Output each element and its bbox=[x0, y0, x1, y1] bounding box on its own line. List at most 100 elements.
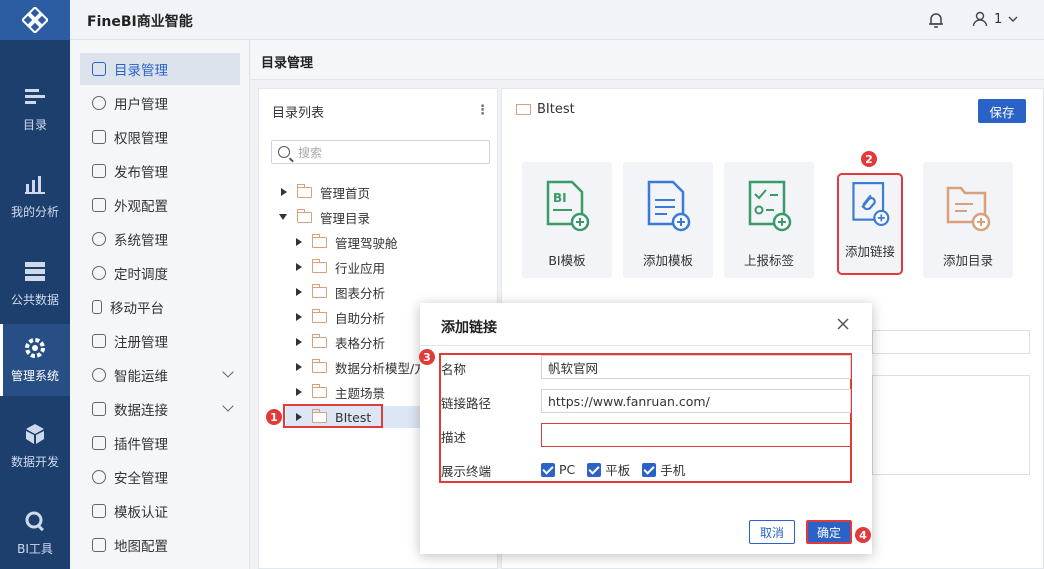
confirm-button[interactable]: 确定 bbox=[806, 520, 852, 544]
menu-item-template-auth[interactable]: 模板认证 bbox=[80, 495, 240, 527]
mobile-icon bbox=[92, 300, 102, 314]
card-add-template[interactable]: 添加模板 bbox=[623, 162, 713, 278]
rail-item-management[interactable]: 管理系统 bbox=[0, 324, 70, 396]
card-add-folder[interactable]: 添加目录 bbox=[923, 162, 1013, 278]
check-icon bbox=[541, 462, 555, 477]
rail-item-catalog[interactable]: 目录 bbox=[0, 73, 70, 145]
card-add-link[interactable]: 添加链接 bbox=[837, 173, 903, 275]
map-icon bbox=[92, 538, 106, 552]
menu-item-data-connect[interactable]: 数据连接 bbox=[80, 393, 240, 425]
card-bi-template[interactable]: BI BI模板 bbox=[522, 162, 612, 278]
chevron-down-icon bbox=[222, 366, 234, 378]
analysis-icon bbox=[24, 173, 46, 195]
management-menu: 目录管理 用户管理 权限管理 发布管理 外观配置 系统管理 定时调度 移动平台 … bbox=[70, 40, 250, 569]
menu-item-register[interactable]: 注册管理 bbox=[80, 325, 240, 357]
description-label: 描述 bbox=[441, 430, 467, 445]
menu-label: 模板认证 bbox=[114, 505, 168, 521]
highlight-box bbox=[283, 404, 383, 428]
selected-folder-title: BItest bbox=[516, 102, 575, 117]
menu-item-ops[interactable]: 智能运维 bbox=[80, 359, 240, 391]
user-menu[interactable]: 1 bbox=[972, 11, 1018, 27]
checkbox-phone[interactable]: 手机 bbox=[642, 460, 685, 479]
bell-icon[interactable] bbox=[928, 11, 944, 29]
menu-label: 智能运维 bbox=[114, 369, 168, 385]
caret-down-icon bbox=[279, 214, 287, 220]
menu-label: 系统管理 bbox=[114, 233, 168, 249]
card-report-tag[interactable]: 上报标签 bbox=[724, 162, 814, 278]
menu-item-system[interactable]: 系统管理 bbox=[80, 223, 240, 255]
add-template-icon bbox=[647, 180, 691, 232]
rail-item-public-data[interactable]: 公共数据 bbox=[0, 248, 70, 320]
tree-node[interactable]: 管理首页 bbox=[281, 181, 370, 203]
tree-label: 自助分析 bbox=[335, 310, 386, 326]
folder-icon bbox=[312, 383, 327, 398]
rail-item-analysis[interactable]: 我的分析 bbox=[0, 160, 70, 232]
save-button[interactable]: 保存 bbox=[978, 99, 1026, 123]
plugin-icon bbox=[92, 436, 106, 450]
card-label: BI模板 bbox=[548, 253, 586, 268]
checkbox-pc[interactable]: PC bbox=[541, 462, 575, 477]
gear-icon bbox=[24, 337, 46, 359]
tree-label: 管理首页 bbox=[320, 185, 371, 201]
menu-item-catalog[interactable]: 目录管理 bbox=[80, 53, 240, 85]
name-field[interactable] bbox=[541, 355, 851, 379]
tree-node[interactable]: 表格分析 bbox=[296, 331, 385, 353]
rail-item-bi-tools[interactable]: BI工具 bbox=[0, 497, 70, 569]
folder-icon bbox=[312, 233, 327, 248]
user-icon bbox=[972, 11, 988, 27]
close-icon[interactable] bbox=[836, 317, 850, 331]
tree-label: 图表分析 bbox=[335, 285, 386, 301]
caret-right-icon bbox=[296, 388, 302, 396]
caret-right-icon bbox=[296, 338, 302, 346]
search-placeholder: 搜索 bbox=[298, 145, 323, 160]
cancel-button[interactable]: 取消 bbox=[749, 520, 795, 544]
search-input[interactable]: 搜索 bbox=[271, 140, 490, 164]
menu-item-publish[interactable]: 发布管理 bbox=[80, 155, 240, 187]
card-label: 添加链接 bbox=[844, 244, 895, 259]
rail-item-data-dev[interactable]: 数据开发 bbox=[0, 410, 70, 482]
ops-icon bbox=[92, 368, 106, 382]
publish-icon bbox=[92, 164, 106, 178]
tree-node[interactable]: 图表分析 bbox=[296, 281, 385, 303]
menu-item-users[interactable]: 用户管理 bbox=[80, 87, 240, 119]
catalog-icon bbox=[24, 86, 46, 108]
user-icon bbox=[92, 96, 106, 110]
add-folder-icon bbox=[946, 186, 991, 232]
tree-node[interactable]: 数据分析模型/方 bbox=[296, 356, 427, 378]
caret-right-icon bbox=[296, 313, 302, 321]
check-icon bbox=[587, 462, 602, 477]
folder-icon bbox=[312, 283, 327, 298]
folder-icon bbox=[297, 208, 312, 223]
terminal-options: PC 平板 手机 bbox=[541, 460, 691, 479]
rail-label: 管理系统 bbox=[10, 368, 59, 383]
menu-item-schedule[interactable]: 定时调度 bbox=[80, 257, 240, 289]
menu-label: 地图配置 bbox=[114, 539, 168, 555]
card-label: 添加目录 bbox=[942, 253, 993, 268]
tree-node[interactable]: 管理目录 bbox=[279, 206, 370, 228]
folder-icon bbox=[312, 308, 327, 323]
app-title: FineBI商业智能 bbox=[87, 14, 193, 30]
menu-item-mobile[interactable]: 移动平台 bbox=[80, 291, 240, 323]
url-field[interactable] bbox=[541, 389, 851, 413]
logo-icon[interactable] bbox=[0, 0, 70, 40]
menu-item-appearance[interactable]: 外观配置 bbox=[80, 189, 240, 221]
tree-node[interactable]: 主题场景 bbox=[296, 381, 385, 403]
folder-icon bbox=[297, 183, 312, 198]
tree-node[interactable]: 行业应用 bbox=[296, 256, 385, 278]
menu-label: 外观配置 bbox=[114, 199, 168, 215]
tree-node[interactable]: 管理驾驶舱 bbox=[296, 231, 398, 253]
menu-item-security[interactable]: 安全管理 bbox=[80, 461, 240, 493]
description-field[interactable] bbox=[541, 423, 851, 447]
menu-item-permissions[interactable]: 权限管理 bbox=[80, 121, 240, 153]
content-header: 目录管理 bbox=[251, 40, 1044, 80]
menu-item-map[interactable]: 地图配置 bbox=[80, 529, 240, 561]
certificate-icon bbox=[92, 504, 106, 518]
background-field bbox=[872, 330, 1030, 354]
menu-item-plugins[interactable]: 插件管理 bbox=[80, 427, 240, 459]
checkbox-tablet[interactable]: 平板 bbox=[587, 460, 630, 479]
more-icon[interactable]: ⋮ bbox=[476, 103, 489, 118]
menu-label: 注册管理 bbox=[114, 335, 168, 351]
shield-icon bbox=[92, 470, 106, 484]
checkbox-label: 手机 bbox=[660, 463, 686, 478]
tree-node[interactable]: 自助分析 bbox=[296, 306, 385, 328]
